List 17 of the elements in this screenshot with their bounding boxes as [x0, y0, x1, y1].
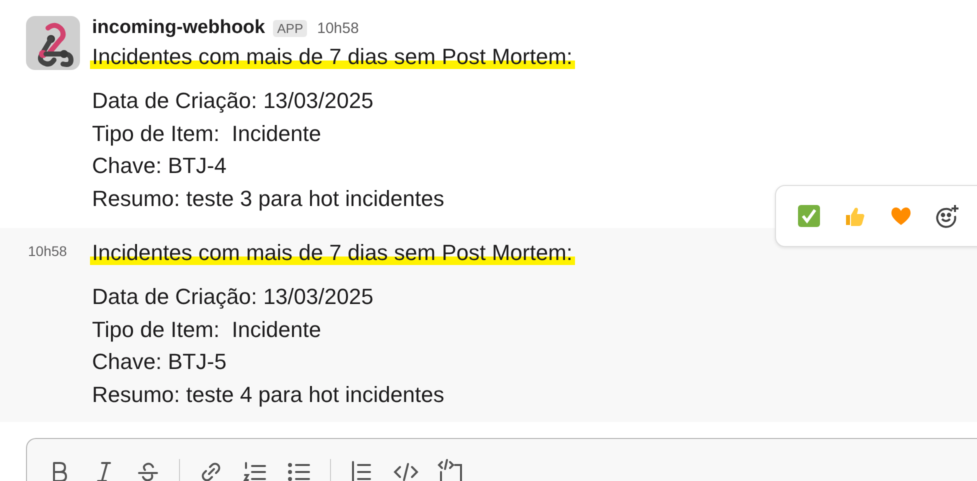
message-line: Resumo: teste 4 para hot incidentes [92, 380, 446, 409]
message-line: Data de Criação: 13/03/2025 [92, 87, 374, 115]
message-line: Tipo de Item: Incidente [92, 120, 322, 148]
app-badge: APP [273, 20, 308, 36]
message-line: Resumo: teste 3 para hot incidentes [92, 185, 446, 214]
sender-name[interactable]: incoming-webhook [92, 17, 266, 39]
timestamp[interactable]: 10h58 [28, 242, 67, 259]
message-line: Data de Criação: 13/03/2025 [92, 282, 374, 311]
check-mark-icon [797, 204, 821, 228]
message-line: Tipo de Item: Incidente [92, 316, 322, 344]
code-block-icon[interactable] [437, 459, 463, 481]
timestamp[interactable]: 10h58 [317, 20, 359, 36]
webhook-logo-icon [26, 16, 80, 70]
add-emoji-icon [934, 202, 960, 229]
message-line: Chave: BTJ-4 [92, 152, 228, 180]
message-line: Chave: BTJ-5 [92, 348, 228, 376]
numbered-list-icon[interactable] [242, 459, 268, 481]
